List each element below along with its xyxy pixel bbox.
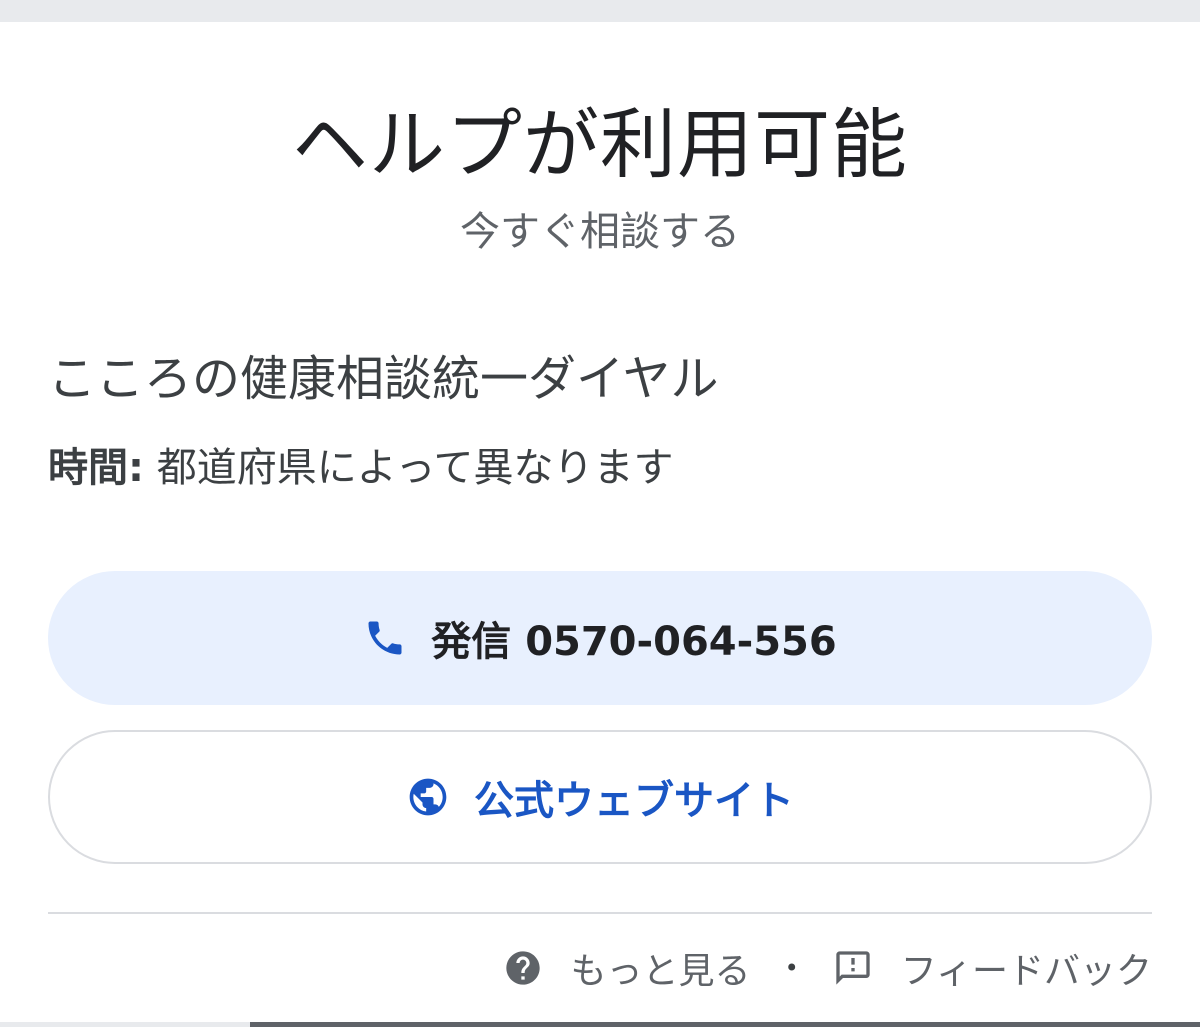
top-strip: [0, 0, 1200, 22]
phone-icon: [363, 616, 407, 660]
hours-value: 都道府県によって異なります: [144, 445, 674, 491]
call-button-label: 発信 0570-064-556: [431, 619, 837, 665]
more-link[interactable]: もっと見る: [503, 942, 751, 994]
feedback-icon: [833, 948, 873, 988]
panel-subtitle: 今すぐ相談する: [460, 209, 740, 255]
website-button-label: 公式ウェブサイト: [474, 778, 794, 824]
website-button[interactable]: 公式ウェブサイト: [48, 730, 1152, 864]
globe-icon: [406, 775, 450, 819]
more-label: もっと見る: [570, 951, 751, 992]
call-button[interactable]: 発信 0570-064-556: [48, 571, 1152, 705]
footer-divider: [48, 912, 1152, 914]
scroll-thumb[interactable]: [250, 1022, 1200, 1027]
panel-title: ヘルプが利用可能: [292, 100, 908, 189]
feedback-link[interactable]: フィードバック: [833, 942, 1152, 994]
service-hours: 時間: 都道府県によって異なります: [48, 442, 674, 494]
footer-separator: •: [784, 954, 799, 982]
help-circle-icon: [503, 948, 543, 988]
hours-label: 時間:: [48, 445, 144, 491]
service-name: こころの健康相談統一ダイヤル: [48, 351, 719, 407]
feedback-label: フィードバック: [900, 951, 1152, 992]
bottom-scrollbar[interactable]: [0, 1022, 1200, 1027]
footer: もっと見る • フィードバック: [503, 940, 1152, 996]
